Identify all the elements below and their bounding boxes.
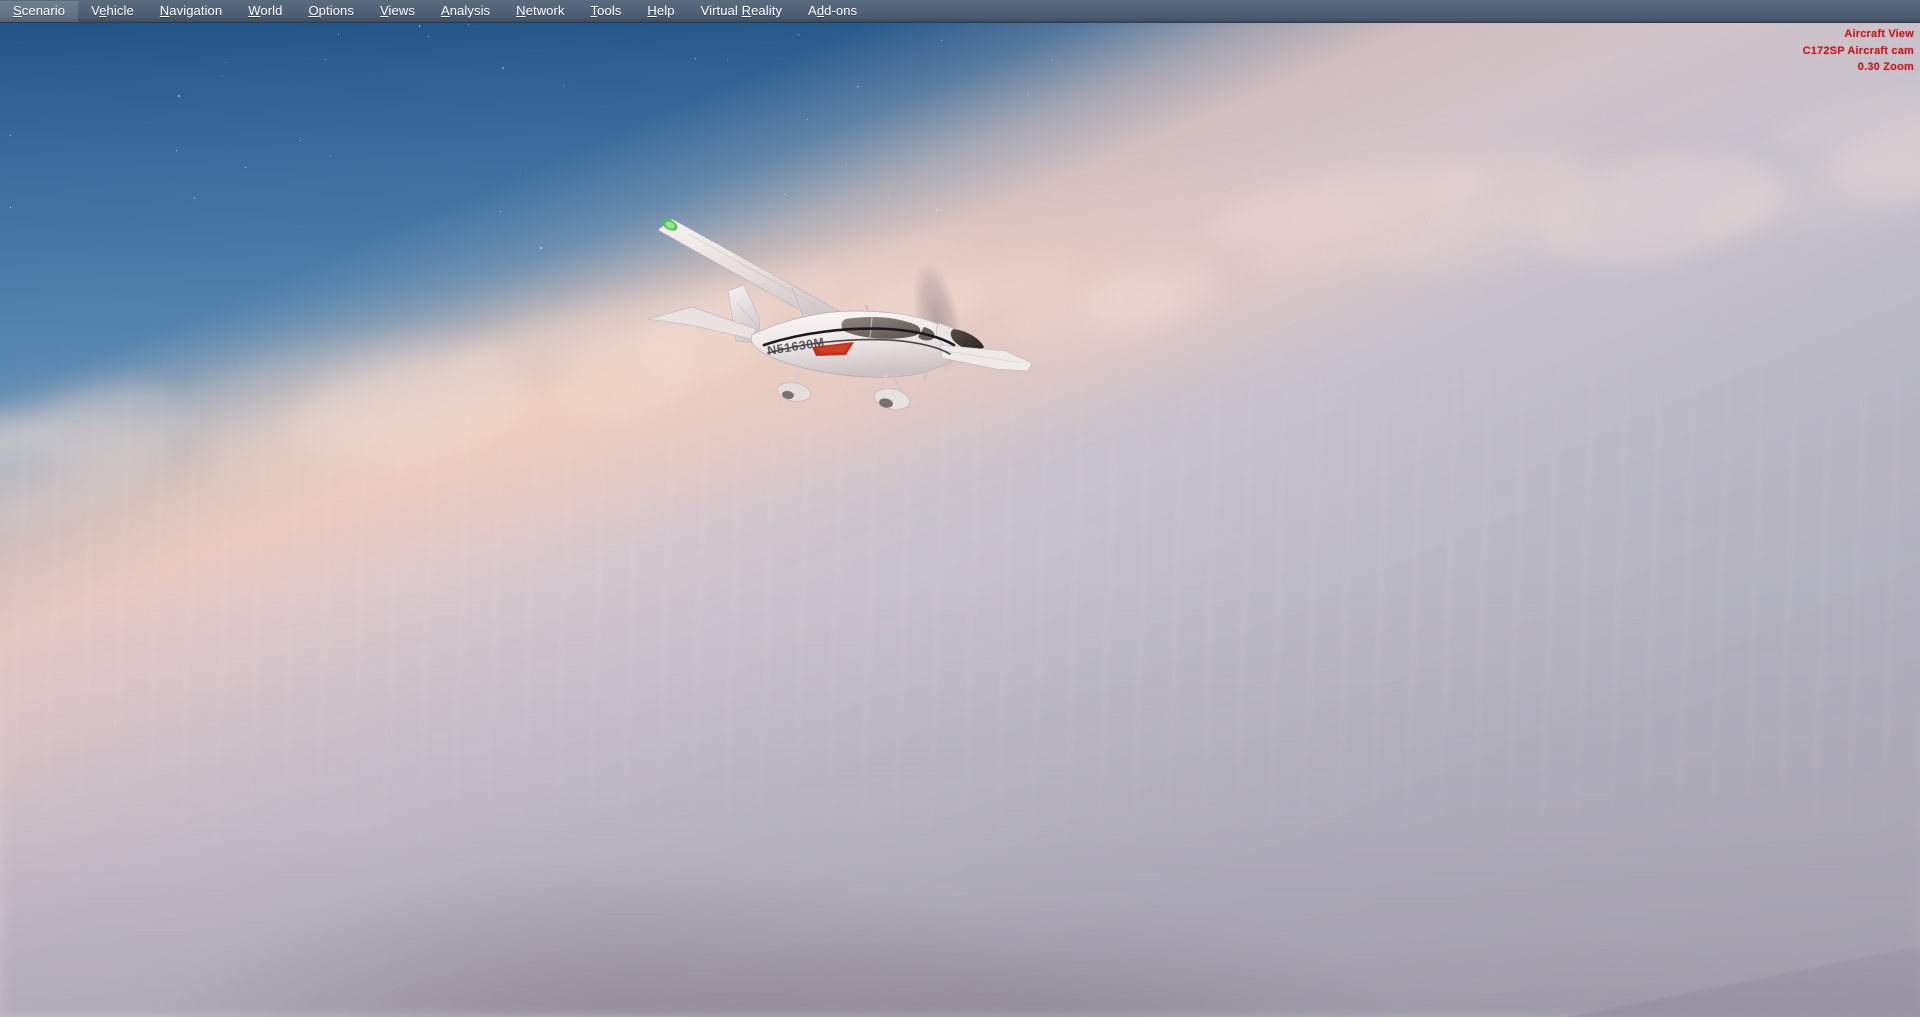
menu-accelerator-key: R (741, 2, 752, 18)
menu-accelerator-key: N (516, 2, 526, 18)
menu-analysis[interactable]: Analysis (428, 1, 503, 22)
menu-navigation[interactable]: Navigation (147, 1, 235, 22)
antenna (865, 304, 869, 312)
menu-bar[interactable]: Scenario Vehicle Navigation World Options Vie… (0, 0, 1920, 23)
menu-accelerator-key: N (159, 2, 170, 18)
menu-tools[interactable]: Tools (578, 1, 635, 22)
menu-accelerator-key: O (308, 2, 319, 18)
menu-vehicle[interactable]: Vehicle (78, 1, 147, 22)
menu-accelerator-key: W (248, 2, 261, 18)
menu-world[interactable]: World (235, 1, 295, 22)
menu-accelerator-key: e (99, 2, 107, 18)
cloud-deck (0, 0, 1920, 1017)
menu-network[interactable]: Network (503, 1, 577, 22)
menu-add-ons[interactable]: Add-ons (795, 1, 870, 22)
menu-accelerator-key: V (379, 2, 389, 18)
menu-accelerator-key: S (13, 2, 22, 18)
menu-virtual-reality[interactable]: Virtual Reality (688, 1, 795, 22)
menu-views[interactable]: Views (367, 1, 428, 22)
wheel-fairing-right (873, 388, 911, 410)
menu-accelerator-key: d (816, 2, 825, 18)
simulator-window: N51630M Scenario Vehicle Navigation World Op… (0, 0, 1920, 1017)
aircraft-cessna-172: N51630M (640, 195, 1060, 425)
wheel-fairing-left (776, 382, 812, 402)
menu-scenario[interactable]: Scenario (0, 0, 79, 22)
menu-help[interactable]: Help (634, 1, 687, 22)
menu-accelerator-key: A (440, 2, 450, 18)
menu-accelerator-key: H (647, 2, 657, 18)
menu-options[interactable]: Options (295, 1, 367, 22)
menu-accelerator-key: T (590, 2, 598, 18)
